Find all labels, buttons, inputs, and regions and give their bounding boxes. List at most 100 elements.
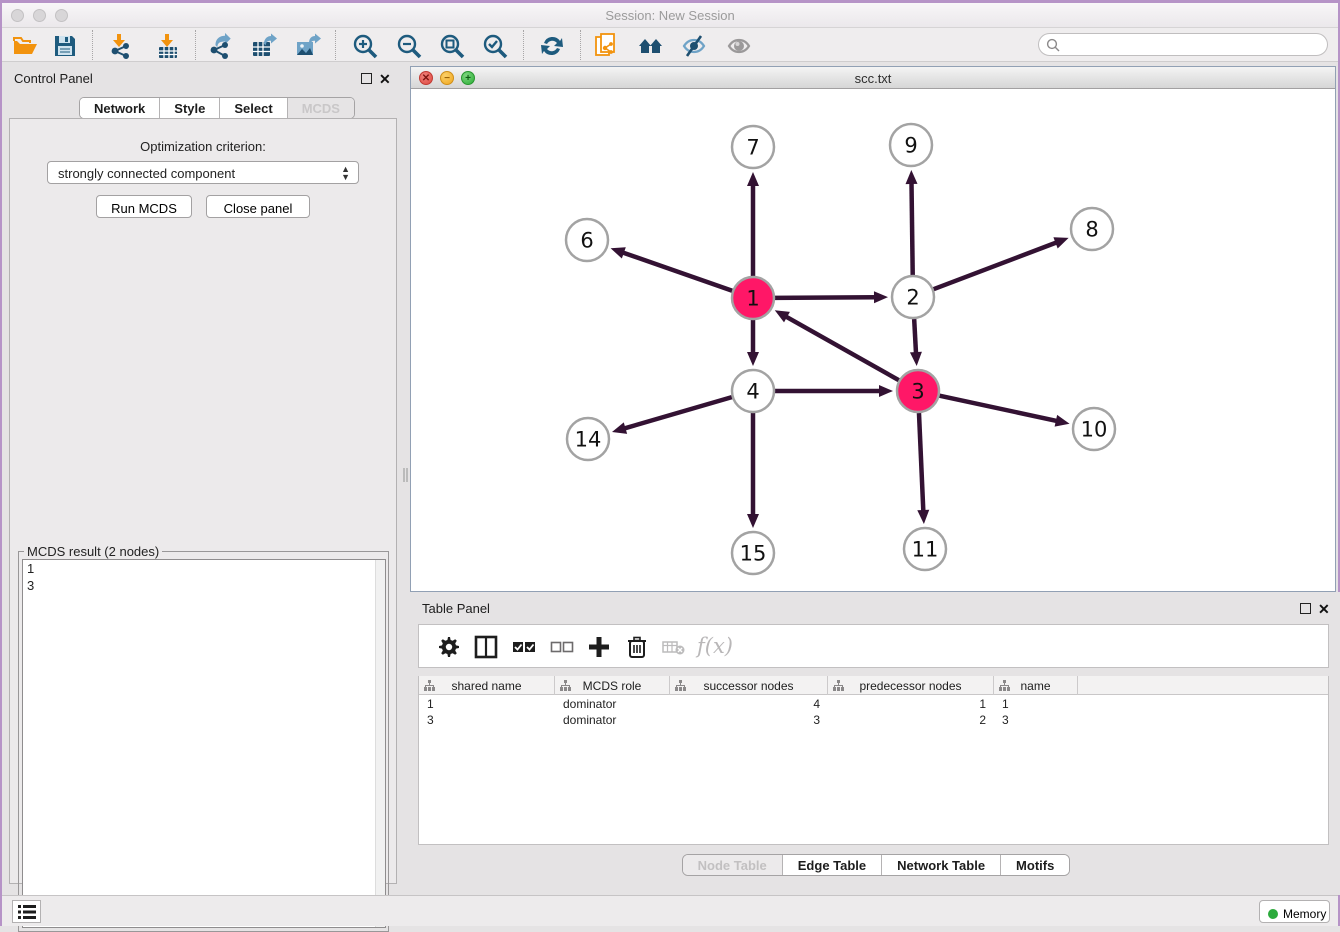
cell[interactable]: dominator (555, 696, 670, 712)
close-panel-button[interactable]: Close panel (206, 195, 310, 218)
hierarchy-icon (560, 680, 571, 691)
window-titlebar: Session: New Session (2, 3, 1338, 28)
table-row[interactable]: 3dominator323 (419, 712, 1328, 728)
import-network-icon[interactable] (108, 33, 134, 59)
cell[interactable]: 1 (828, 696, 994, 712)
table-tabs: Node TableEdge TableNetwork TableMotifs (410, 854, 1340, 878)
apply-layout-icon[interactable] (539, 33, 565, 59)
edge-2-9[interactable] (911, 182, 912, 275)
tab-mcds[interactable]: MCDS (288, 98, 354, 118)
cell[interactable]: dominator (555, 712, 670, 728)
open-session-icon[interactable] (12, 33, 38, 59)
result-scrollbar[interactable] (375, 560, 385, 927)
control-panel-title: Control Panel (14, 71, 93, 86)
panel-splitter-handle[interactable] (403, 468, 408, 482)
result-line: 3 (23, 577, 385, 594)
control-panel: Control Panel ✕ NetworkStyleSelectMCDS O… (2, 62, 404, 895)
tab-motifs[interactable]: Motifs (1001, 855, 1069, 875)
hierarchy-icon (999, 680, 1010, 691)
memory-label: Memory (1283, 907, 1326, 921)
table-row[interactable]: 1dominator411 (419, 696, 1328, 712)
toolbar-separator (195, 30, 196, 60)
tab-select[interactable]: Select (220, 98, 287, 118)
tab-network[interactable]: Network (80, 98, 160, 118)
zoom-selected-icon[interactable] (482, 33, 508, 59)
delete-table-icon[interactable] (661, 634, 687, 660)
save-session-icon[interactable] (52, 33, 78, 59)
control-panel-tabs: NetworkStyleSelectMCDS (79, 97, 355, 119)
task-history-button[interactable] (12, 900, 41, 923)
table-panel-float-icon[interactable] (1300, 603, 1311, 614)
function-builder-icon[interactable]: f(x) (697, 634, 737, 660)
column-header-name[interactable]: name (994, 676, 1078, 695)
cell[interactable]: 3 (994, 712, 1078, 728)
cell[interactable]: 2 (828, 712, 994, 728)
export-table-icon[interactable] (251, 33, 277, 59)
edge-2-8[interactable] (934, 242, 1058, 289)
node-label-7: 7 (746, 136, 759, 160)
network-window-titlebar[interactable]: ✕ − + scc.txt (411, 67, 1335, 89)
edge-4-14[interactable] (624, 397, 732, 429)
arrowhead-icon (747, 514, 759, 528)
tab-style[interactable]: Style (160, 98, 220, 118)
search-input[interactable] (1065, 36, 1320, 53)
mcds-result-list[interactable]: 13 (22, 559, 386, 928)
first-neighbors-icon[interactable] (638, 33, 664, 59)
run-mcds-button[interactable]: Run MCDS (96, 195, 192, 218)
memory-button[interactable]: Memory (1259, 900, 1330, 923)
show-column-panel-icon[interactable] (473, 634, 499, 660)
deselect-all-rows-icon[interactable] (549, 634, 575, 660)
network-graph[interactable]: 7968124314101511 (411, 89, 1335, 591)
arrowhead-icon (879, 385, 893, 397)
column-header-successor-nodes[interactable]: successor nodes (670, 676, 828, 695)
control-panel-close-icon[interactable]: ✕ (379, 74, 391, 85)
cell[interactable]: 3 (670, 712, 828, 728)
clone-network-icon[interactable] (594, 33, 620, 59)
import-table-icon[interactable] (154, 33, 180, 59)
zoom-in-icon[interactable] (352, 33, 378, 59)
node-table: shared nameMCDS rolesuccessor nodesprede… (418, 676, 1329, 845)
show-all-icon[interactable] (726, 33, 752, 59)
cell[interactable]: 1 (994, 696, 1078, 712)
arrowhead-icon (1055, 415, 1070, 427)
cell[interactable]: 3 (419, 712, 555, 728)
tab-node-table[interactable]: Node Table (683, 855, 783, 875)
table-panel-close-icon[interactable]: ✕ (1318, 604, 1330, 615)
control-panel-float-icon[interactable] (361, 73, 372, 84)
hide-selected-icon[interactable] (681, 33, 707, 59)
toolbar-separator (335, 30, 336, 60)
edge-2-3[interactable] (914, 319, 916, 354)
network-canvas[interactable]: 7968124314101511 (411, 89, 1335, 591)
table-options-icon[interactable] (436, 634, 462, 660)
tab-network-table[interactable]: Network Table (882, 855, 1001, 875)
tab-edge-table[interactable]: Edge Table (783, 855, 882, 875)
export-image-icon[interactable] (295, 33, 321, 59)
add-column-icon[interactable] (586, 634, 612, 660)
export-network-icon[interactable] (208, 33, 234, 59)
zoom-fit-icon[interactable] (439, 33, 465, 59)
column-header-shared-name[interactable]: shared name (419, 676, 555, 695)
table-panel: Table Panel ✕ f(x) shared nameMCDS roles… (410, 592, 1340, 895)
arrowhead-icon (906, 170, 918, 184)
edge-3-1[interactable] (785, 316, 899, 380)
column-header-MCDS-role[interactable]: MCDS role (555, 676, 670, 695)
select-all-rows-icon[interactable] (511, 634, 537, 660)
edge-1-2[interactable] (775, 297, 876, 298)
arrowhead-icon (747, 172, 759, 186)
optimization-criterion-label: Optimization criterion: (10, 139, 396, 154)
edge-3-11[interactable] (919, 413, 923, 512)
arrowhead-icon (612, 422, 627, 434)
memory-status-icon (1268, 909, 1278, 919)
delete-column-icon[interactable] (624, 634, 650, 660)
column-header-predecessor-nodes[interactable]: predecessor nodes (828, 676, 994, 695)
cell[interactable]: 1 (419, 696, 555, 712)
edge-3-10[interactable] (940, 396, 1058, 422)
arrowhead-icon (747, 352, 759, 366)
cell[interactable]: 4 (670, 696, 828, 712)
optimization-criterion-select[interactable]: strongly connected component ▲▼ (47, 161, 359, 184)
hierarchy-icon (675, 680, 686, 691)
zoom-out-icon[interactable] (396, 33, 422, 59)
main-toolbar (2, 28, 1338, 62)
table-panel-title: Table Panel (422, 601, 490, 616)
edge-1-6[interactable] (622, 252, 732, 291)
